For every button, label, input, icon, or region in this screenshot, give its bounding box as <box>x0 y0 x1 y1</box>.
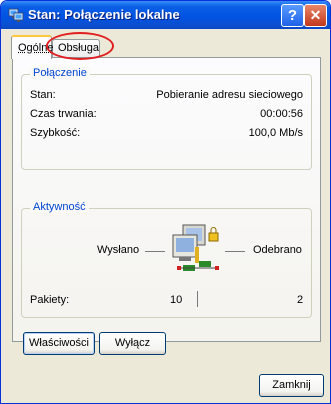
packets-sent-value: 10 <box>170 294 183 306</box>
status-dialog: Stan: Połączenie lokalne ? ✕ Ogólne Obsł… <box>0 0 331 404</box>
packets-label: Pakiety: <box>30 294 70 306</box>
speed-value: 100,0 Mb/s <box>248 127 303 139</box>
dialog-body: Ogólne Obsługa Połączenie Stan: Pobieran… <box>4 29 327 400</box>
duration-value: 00:00:56 <box>260 108 303 120</box>
window-title: Stan: Połączenie lokalne <box>28 7 180 22</box>
status-value: Pobieranie adresu sieciowego <box>156 89 303 101</box>
sent-line <box>145 251 165 252</box>
highlight-circle <box>46 32 114 60</box>
help-button[interactable]: ? <box>281 4 304 27</box>
received-label: Odebrano <box>253 244 302 256</box>
status-row: Stan: Pobieranie adresu sieciowego <box>30 89 303 103</box>
duration-row: Czas trwania: 00:00:56 <box>30 108 303 122</box>
sent-label: Wysłano <box>97 244 140 256</box>
speed-row: Szybkość: 100,0 Mb/s <box>30 127 303 141</box>
packets-received-value: 2 <box>297 294 304 306</box>
disable-button[interactable]: Wyłącz <box>99 332 166 355</box>
duration-label: Czas trwania: <box>30 108 97 120</box>
activity-group: Aktywność Wysłano Odebrano Pakiety: 10 2 <box>21 201 312 318</box>
title-bar[interactable]: Stan: Połączenie lokalne ? ✕ <box>1 1 330 29</box>
speed-label: Szybkość: <box>30 127 81 139</box>
activity-group-title: Aktywność <box>30 201 89 213</box>
tab-panel: Połączenie Stan: Pobieranie adresu sieci… <box>12 57 321 342</box>
network-computers-icon <box>172 224 219 271</box>
connection-group: Połączenie Stan: Pobieranie adresu sieci… <box>21 67 312 170</box>
received-line <box>225 251 245 252</box>
close-window-button[interactable]: ✕ <box>304 4 327 27</box>
packets-divider <box>197 291 198 307</box>
connection-group-title: Połączenie <box>30 67 90 79</box>
network-connection-icon <box>8 8 24 22</box>
properties-button[interactable]: Właściwości <box>23 332 95 355</box>
status-label: Stan: <box>30 89 56 101</box>
close-button[interactable]: Zamknij <box>259 374 324 397</box>
